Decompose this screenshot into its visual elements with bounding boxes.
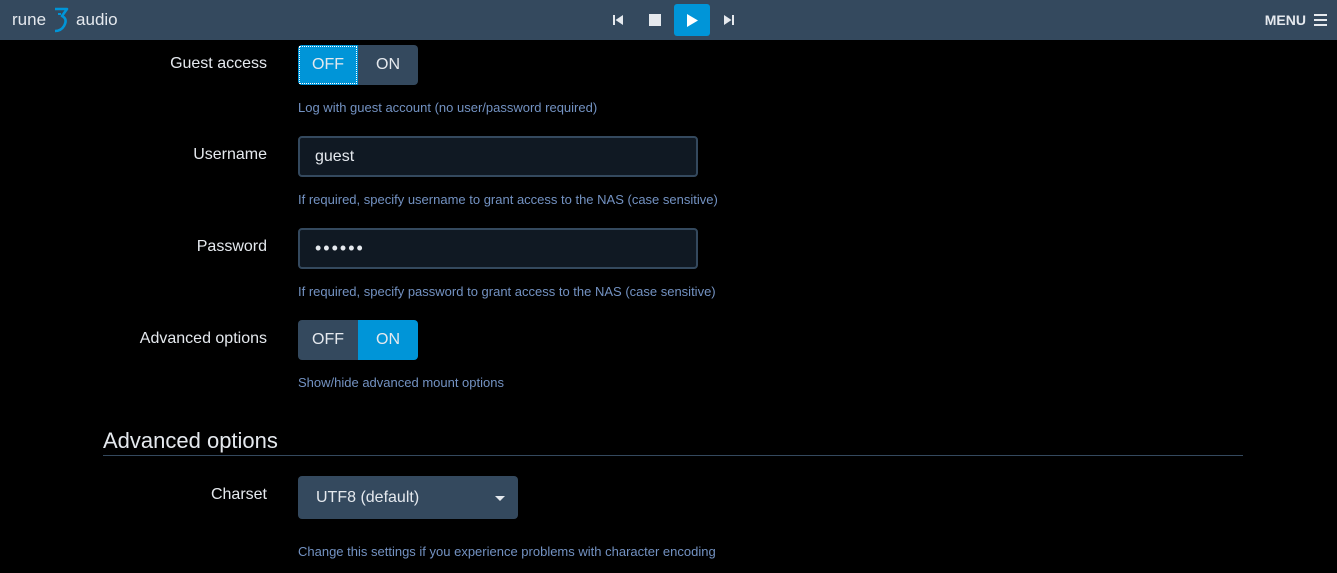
guest-access-toggle[interactable]: OFF ON [298, 45, 418, 85]
charset-selected-value: UTF8 (default) [316, 488, 420, 506]
top-navbar: rune audio MENU [0, 0, 1337, 40]
playback-controls [600, 4, 748, 36]
play-button[interactable] [674, 4, 710, 36]
guest-access-on-option[interactable]: ON [358, 45, 418, 85]
menu-button[interactable]: MENU [1265, 0, 1327, 40]
password-label: Password [196, 238, 267, 255]
advanced-options-off-option[interactable]: OFF [298, 320, 358, 360]
next-button[interactable] [711, 4, 747, 36]
password-help: If required, specify password to grant a… [298, 284, 716, 299]
menu-label: MENU [1264, 12, 1306, 28]
previous-button[interactable] [600, 4, 636, 36]
advanced-options-on-option[interactable]: ON [358, 320, 418, 360]
charset-help: Change this settings if you experience p… [298, 544, 716, 559]
username-label: Username [193, 146, 267, 163]
charset-select[interactable]: UTF8 (default) [298, 476, 518, 519]
brand-text-rune: rune [12, 10, 47, 29]
skip-previous-icon [613, 15, 623, 25]
stop-icon [649, 14, 661, 26]
brand-text-audio: audio [76, 10, 118, 29]
username-input[interactable] [298, 136, 698, 177]
advanced-options-label: Advanced options [139, 330, 267, 347]
charset-label: Charset [210, 486, 267, 503]
hamburger-icon [1314, 13, 1327, 28]
password-input[interactable] [298, 228, 698, 269]
brand-logo[interactable]: rune audio [12, 0, 118, 40]
guest-access-label: Guest access [170, 55, 267, 72]
advanced-options-toggle[interactable]: OFF ON [298, 320, 418, 360]
guest-access-help: Log with guest account (no user/password… [298, 100, 598, 115]
section-divider [103, 455, 1243, 456]
chevron-down-icon [495, 496, 505, 501]
guest-access-off-option[interactable]: OFF [298, 45, 358, 85]
advanced-options-help: Show/hide advanced mount options [298, 375, 504, 390]
username-help: If required, specify username to grant a… [298, 192, 718, 207]
play-icon [687, 13, 698, 27]
skip-next-icon [724, 15, 734, 25]
stop-button[interactable] [637, 4, 673, 36]
rune-logo-icon [52, 6, 70, 34]
advanced-options-heading: Advanced options [103, 428, 278, 453]
